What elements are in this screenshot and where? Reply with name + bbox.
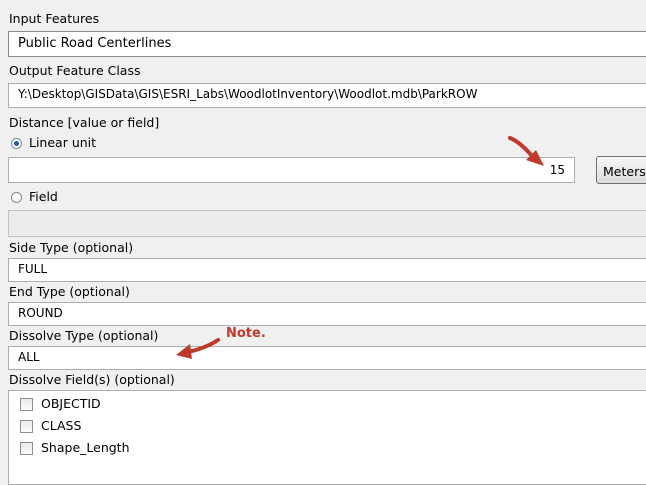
dissolve-fields-list[interactable] bbox=[8, 390, 646, 485]
red-arrow-icon bbox=[508, 136, 544, 166]
dissolve-type-label: Dissolve Type (optional) bbox=[9, 328, 159, 343]
checkbox-shape-length[interactable] bbox=[20, 442, 33, 455]
field-radio-label: Field bbox=[29, 189, 58, 204]
side-type-value: FULL bbox=[18, 262, 48, 276]
input-features-field[interactable]: Public Road Centerlines bbox=[8, 31, 646, 57]
linear-unit-radio[interactable] bbox=[11, 138, 22, 149]
dissolve-type-value: ALL bbox=[18, 350, 40, 364]
linear-unit-label: Linear unit bbox=[29, 135, 97, 150]
side-type-select[interactable]: FULL bbox=[8, 258, 646, 282]
checkbox-objectid[interactable] bbox=[20, 398, 33, 411]
dissolve-field-item: Shape_Length bbox=[41, 440, 130, 455]
output-feature-class-label: Output Feature Class bbox=[9, 63, 141, 78]
output-feature-class-field[interactable]: Y:\Desktop\GISData\GIS\ESRI_Labs\Woodlot… bbox=[8, 83, 646, 108]
field-radio[interactable] bbox=[11, 192, 22, 203]
field-select[interactable] bbox=[8, 210, 646, 237]
output-feature-class-value: Y:\Desktop\GISData\GIS\ESRI_Labs\Woodlot… bbox=[18, 87, 478, 101]
distance-label: Distance [value or field] bbox=[9, 115, 160, 130]
red-arrow-icon bbox=[176, 338, 220, 359]
input-features-label: Input Features bbox=[9, 11, 100, 26]
end-type-value: ROUND bbox=[18, 306, 63, 320]
dissolve-field-item: CLASS bbox=[41, 418, 82, 433]
unit-dropdown-label: Meters bbox=[603, 164, 646, 179]
linear-unit-value: 15 bbox=[549, 163, 565, 177]
note-annotation: Note. bbox=[226, 326, 266, 341]
unit-dropdown-button[interactable]: Meters bbox=[596, 156, 646, 184]
dissolve-fields-label: Dissolve Field(s) (optional) bbox=[9, 372, 175, 387]
side-type-label: Side Type (optional) bbox=[9, 240, 134, 255]
end-type-select[interactable]: ROUND bbox=[8, 302, 646, 326]
checkbox-class[interactable] bbox=[20, 420, 33, 433]
linear-unit-input[interactable]: 15 bbox=[8, 157, 575, 183]
input-features-value: Public Road Centerlines bbox=[18, 36, 172, 51]
dissolve-type-select[interactable]: ALL bbox=[8, 346, 646, 370]
dissolve-field-item: OBJECTID bbox=[41, 396, 101, 411]
end-type-label: End Type (optional) bbox=[9, 284, 130, 299]
